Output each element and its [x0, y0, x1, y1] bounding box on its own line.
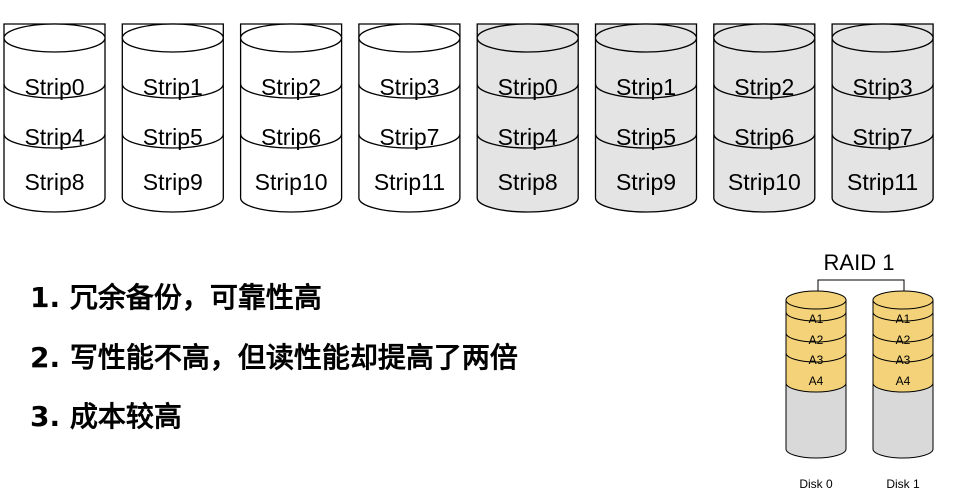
strip-label: Strip2	[734, 74, 794, 100]
raid1-block-label: A1	[809, 312, 824, 326]
point-cost: 3. 成本较高	[30, 400, 182, 433]
strip-label: Strip8	[498, 169, 558, 195]
raid1-data-region	[872, 299, 934, 393]
raid1-disk: A1 A2 A3 A4 Disk 0	[785, 290, 847, 491]
disk-top	[3, 23, 106, 53]
raid1-block-label: A2	[809, 333, 824, 347]
raid1-block-divider	[872, 332, 934, 343]
strip-label: Strip7	[379, 124, 439, 150]
raid1-block-divider	[785, 332, 847, 343]
strip-label: Strip5	[616, 124, 676, 150]
disk-top	[831, 23, 934, 53]
raid-diagram: Strip0 Strip4 Strip8 Strip1 Strip5 Strip9 Stri…	[0, 0, 964, 504]
disk-top	[476, 23, 579, 53]
strip-label: Strip3	[853, 74, 913, 100]
strip-disk: Strip1 Strip5 Strip9	[594, 23, 698, 213]
strip-label: Strip9	[143, 169, 203, 195]
disk-top	[358, 23, 461, 53]
raid1-block-divider	[785, 352, 847, 363]
point-redundancy: 1. 冗余备份，可靠性高	[30, 281, 322, 314]
raid1-block-label: A4	[809, 374, 824, 388]
raid1-data-region	[785, 299, 847, 393]
raid1-block-divider	[872, 352, 934, 363]
strip-label: Strip8	[24, 169, 84, 195]
raid1-disk: A1 A2 A3 A4 Disk 1	[872, 290, 934, 491]
raid1-disk-label: Disk 1	[886, 477, 920, 491]
strip-label: Strip6	[734, 124, 794, 150]
strip-disk: Strip3 Strip7 Strip11	[831, 23, 934, 213]
disk-top	[121, 23, 224, 53]
strip-disk: Strip0 Strip4 Strip8	[3, 23, 106, 213]
raid1-block-label: A3	[809, 353, 824, 367]
strip-label: Strip6	[261, 124, 321, 150]
strip-disk: Strip0 Strip4 Strip8	[476, 23, 579, 213]
raid1-block-label: A1	[896, 312, 911, 326]
raid1-block-divider	[872, 311, 934, 322]
strip-label: Strip0	[24, 74, 84, 100]
raid1-disk-top	[872, 290, 934, 310]
disk-top	[239, 23, 343, 53]
disk-top	[594, 23, 698, 53]
strip-label: Strip3	[379, 74, 439, 100]
raid1-disk-label: Disk 0	[799, 477, 833, 491]
strip-label: Strip2	[261, 74, 321, 100]
strip-label: Strip1	[143, 74, 203, 100]
raid1-block-label: A4	[896, 374, 911, 388]
raid1-block-label: A3	[896, 353, 911, 367]
raid1-disk-body	[872, 299, 934, 459]
disk-top	[713, 23, 816, 53]
strip-label: Strip5	[143, 124, 203, 150]
mirrored-strip-disks: Strip0Strip4Strip8Strip1Strip5Strip9Stri…	[3, 23, 934, 213]
point-performance: 2. 写性能不高，但读性能却提高了两倍	[30, 341, 518, 374]
strip-label: Strip1	[616, 74, 676, 100]
strip-label: Strip4	[498, 124, 558, 150]
strip-disk: Strip2 Strip6 Strip10	[713, 23, 816, 213]
strip-disk: Strip1 Strip5 Strip9	[121, 23, 224, 213]
strip-disk: Strip3 Strip7 Strip11	[358, 23, 461, 213]
strip-label: Strip11	[374, 169, 445, 195]
raid1-block-label: A2	[896, 333, 911, 347]
raid1-block-divider	[785, 311, 847, 322]
raid1-title: RAID 1	[824, 250, 895, 275]
raid1-disk-body	[785, 299, 847, 459]
strip-disk: Strip2 Strip6 Strip10	[239, 23, 343, 213]
strip-label: Strip9	[616, 169, 676, 195]
strip-label: Strip4	[24, 124, 84, 150]
strip-label: Strip7	[853, 124, 913, 150]
raid1-disk-top	[785, 290, 847, 310]
strip-label: Strip11	[847, 169, 918, 195]
strip-label: Strip10	[255, 169, 328, 195]
strip-label: Strip10	[728, 169, 801, 195]
raid1-bracket	[817, 279, 905, 300]
strip-label: Strip0	[498, 74, 558, 100]
